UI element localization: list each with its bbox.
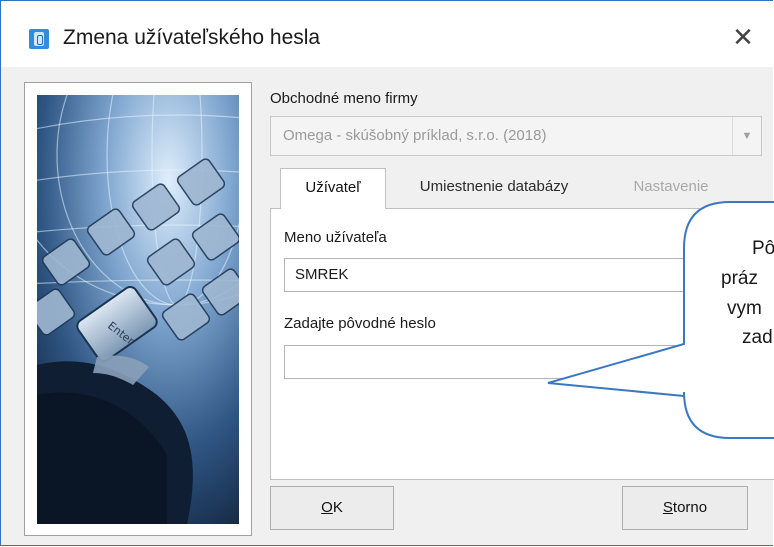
username-field[interactable]: SMREK	[284, 258, 734, 292]
cancel-label-rest: torno	[672, 499, 708, 516]
close-icon[interactable]: ✕	[723, 17, 763, 57]
keyboard-globe-illustration: Enter	[37, 95, 239, 524]
company-label: Obchodné meno firmy	[270, 90, 418, 107]
callout-line-4: zad	[742, 327, 773, 348]
chevron-down-icon[interactable]: ▼	[732, 117, 761, 155]
ok-button[interactable]: OK	[270, 486, 394, 530]
tab-database-location[interactable]: Umiestnenie databázy	[394, 168, 594, 208]
ok-mnemonic: O	[321, 499, 333, 516]
window-title: Zmena užívateľského hesla	[63, 26, 321, 49]
callout-line-1: Pô	[752, 238, 774, 259]
tab-strip: Užívateľ Umiestnenie databázy Nastavenie	[270, 168, 774, 209]
cancel-mnemonic: S	[662, 499, 673, 516]
ok-label-rest: K	[332, 499, 343, 516]
tab-user[interactable]: Užívateľ	[280, 168, 386, 209]
company-select-value: Omega - skúšobný príklad, s.r.o. (2018)	[283, 127, 547, 144]
omega-app-icon	[29, 29, 49, 49]
company-select[interactable]: Omega - skúšobný príklad, s.r.o. (2018) …	[270, 116, 762, 156]
tab-settings: Nastavenie	[633, 178, 709, 195]
username-value: SMREK	[295, 266, 349, 283]
old-password-label: Zadajte pôvodné heslo	[284, 315, 436, 332]
cancel-button[interactable]: Storno	[622, 486, 748, 530]
callout-line-2: práz	[721, 268, 758, 289]
tab-panel-user	[270, 208, 774, 480]
title-bar[interactable]: Zmena užívateľského hesla ✕	[1, 1, 774, 67]
username-label: Meno užívateľa	[284, 229, 387, 246]
old-password-field[interactable]	[284, 345, 734, 379]
callout-line-3: vym	[727, 298, 762, 319]
illustration-frame: Enter	[24, 82, 252, 536]
